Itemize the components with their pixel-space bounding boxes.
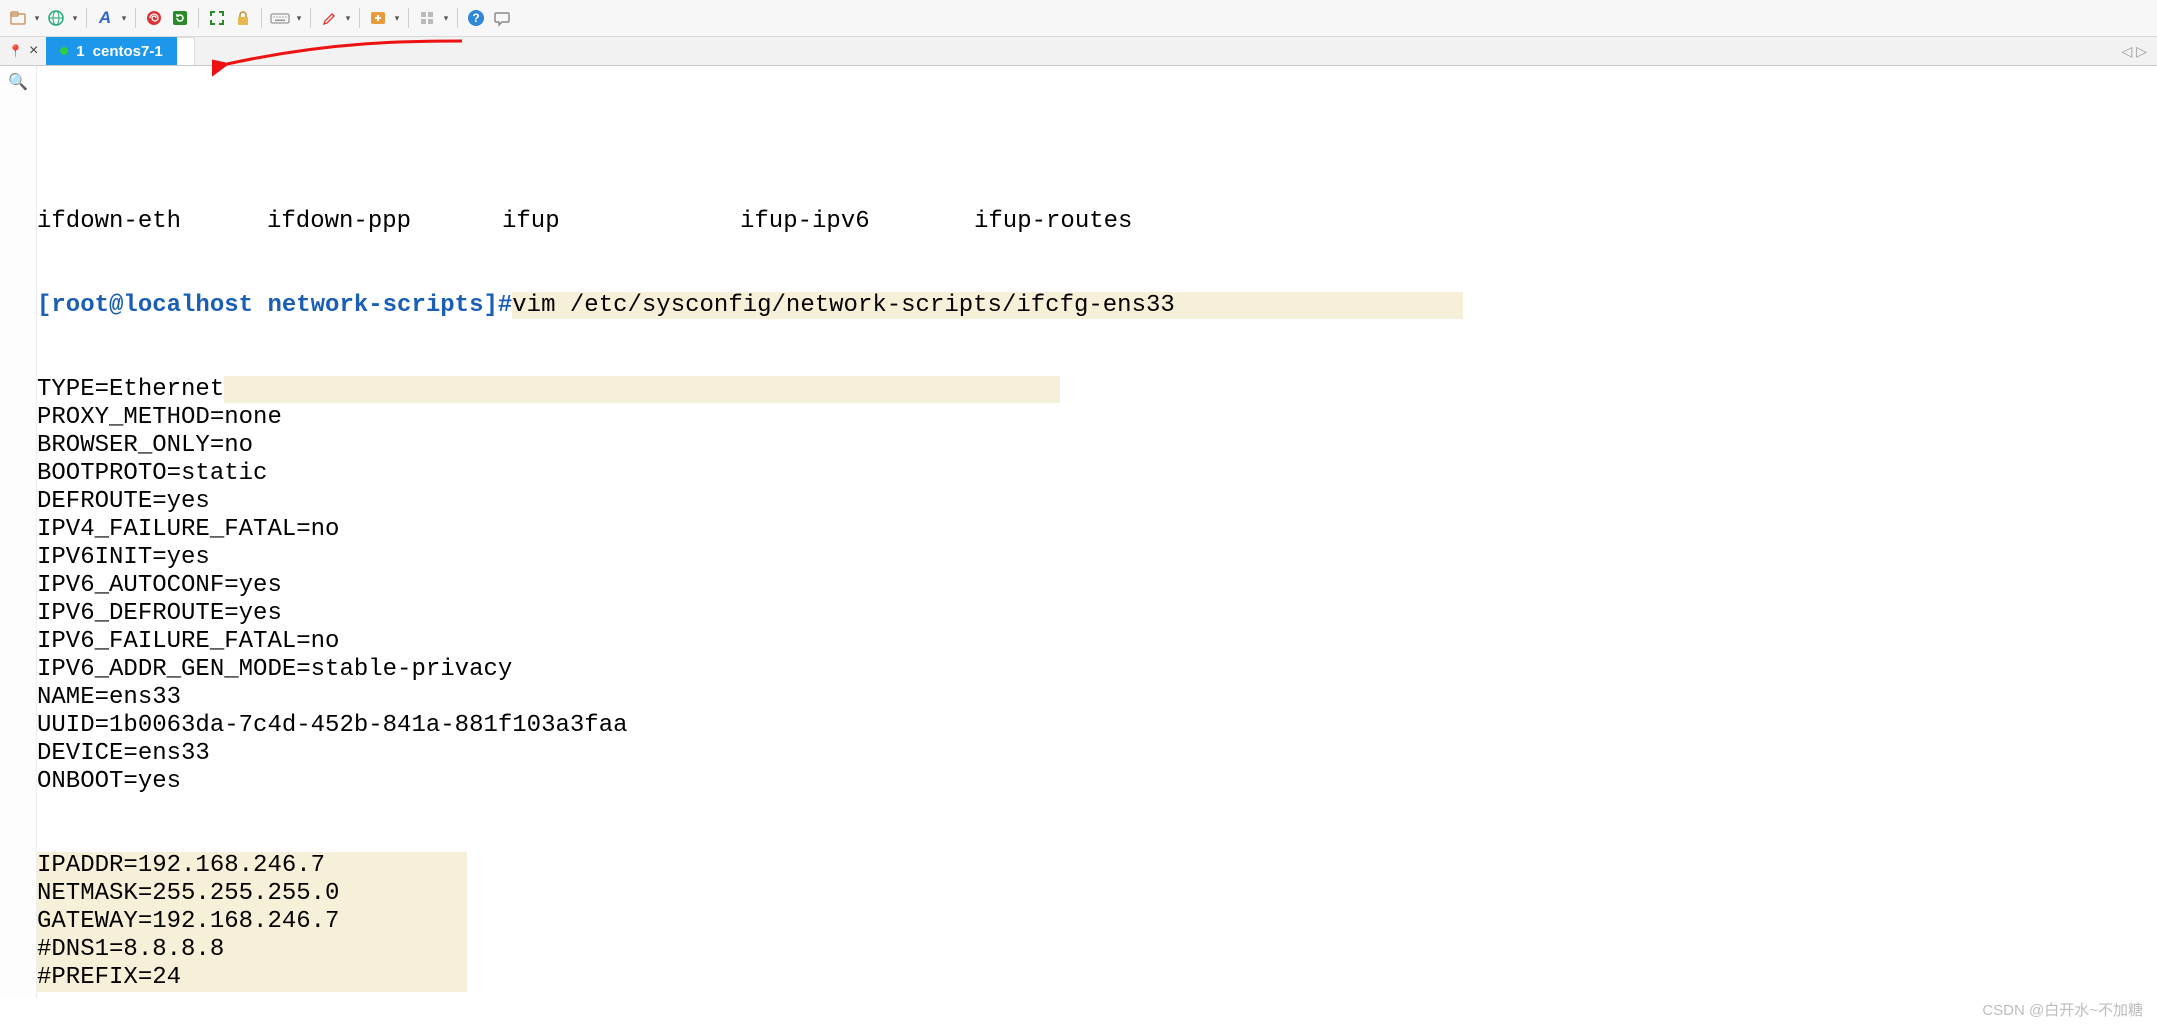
gutter: 🔍 <box>0 66 37 998</box>
highlighted-body: IPADDR=192.168.246.7NETMASK=255.255.255.… <box>37 852 2157 992</box>
tab-active[interactable]: 1 centos7-1 <box>46 37 176 65</box>
expand-icon[interactable] <box>205 6 229 30</box>
ls-item: ifup <box>502 208 740 236</box>
refresh-icon[interactable] <box>168 6 192 30</box>
file-line: BROWSER_ONLY=no <box>37 432 2157 460</box>
file-body: TYPE=Ethernet PROXY_METHOD=noneBROWSER_O… <box>37 376 2157 796</box>
dropdown-icon[interactable]: ▾ <box>392 13 402 24</box>
ls-item: ifdown-ppp <box>267 208 502 236</box>
dropdown-icon[interactable]: ▾ <box>441 13 451 24</box>
add-tab-icon[interactable] <box>366 6 390 30</box>
new-tab-stub[interactable] <box>176 37 195 65</box>
file-line: DEVICE=ens33 <box>37 740 2157 768</box>
file-line: IPV4_FAILURE_FATAL=no <box>37 516 2157 544</box>
watermark: CSDN @白开水~不加糖 <box>1982 999 2143 1020</box>
pin-icon[interactable]: 📍 <box>8 44 23 58</box>
ls-item: ifup-ipv6 <box>740 208 974 236</box>
file-line-highlight: NETMASK=255.255.255.0 <box>37 880 2157 908</box>
status-dot-icon <box>60 47 68 55</box>
file-line-highlight: IPADDR=192.168.246.7 <box>37 852 2157 880</box>
svg-text:?: ? <box>472 11 479 25</box>
dropdown-icon[interactable]: ▾ <box>70 13 80 24</box>
comment-icon[interactable] <box>490 6 514 30</box>
tab-title: centos7-1 <box>93 43 163 60</box>
terminal[interactable]: ifdown-ethifdown-pppifupifup-ipv6ifup-ro… <box>37 66 2157 998</box>
globe-icon[interactable] <box>44 6 68 30</box>
lock-icon[interactable] <box>231 6 255 30</box>
file-line: ONBOOT=yes <box>37 768 2157 796</box>
separator <box>457 8 458 28</box>
dropdown-icon[interactable]: ▾ <box>294 13 304 24</box>
tab-bar: 📍 × 1 centos7-1 ◁ ▷ <box>0 37 2157 66</box>
ls-item: ifup-routes <box>974 208 1132 236</box>
file-line: PROXY_METHOD=none <box>37 404 2157 432</box>
dropdown-icon[interactable]: ▾ <box>343 13 353 24</box>
file-line: NAME=ens33 <box>37 684 2157 712</box>
app-toolbar: ▾ ▾ A ▾ ▾ ▾ ▾ ▾ ? <box>0 0 2157 37</box>
close-tab-button[interactable]: × <box>29 42 38 60</box>
help-icon[interactable]: ? <box>464 6 488 30</box>
dropdown-icon[interactable]: ▾ <box>119 13 129 24</box>
file-line: IPV6_ADDR_GEN_MODE=stable-privacy <box>37 656 2157 684</box>
tab-index: 1 <box>76 43 84 60</box>
tab-prev-icon[interactable]: ◁ <box>2121 43 2132 60</box>
file-line: IPV6_FAILURE_FATAL=no <box>37 628 2157 656</box>
separator <box>310 8 311 28</box>
separator <box>359 8 360 28</box>
folder-icon[interactable] <box>6 6 30 30</box>
marker-icon[interactable] <box>317 6 341 30</box>
workspace: 🔍 ifdown-ethifdown-pppifupifup-ipv6ifup-… <box>0 66 2157 998</box>
tab-next-icon[interactable]: ▷ <box>2136 43 2147 60</box>
file-line: UUID=1b0063da-7c4d-452b-841a-881f103a3fa… <box>37 712 2157 740</box>
file-line: IPV6_DEFROUTE=yes <box>37 600 2157 628</box>
prompt: [root@localhost network-scripts]# <box>37 292 512 319</box>
file-line: IPV6_AUTOCONF=yes <box>37 572 2157 600</box>
file-line-highlight: GATEWAY=192.168.246.7 <box>37 908 2157 936</box>
ls-item: ifdown-eth <box>37 208 267 236</box>
search-icon[interactable]: 🔍 <box>8 72 28 998</box>
file-line: DEFROUTE=yes <box>37 488 2157 516</box>
separator <box>86 8 87 28</box>
file-line: TYPE=Ethernet <box>37 376 2157 404</box>
separator <box>261 8 262 28</box>
font-icon[interactable]: A <box>93 6 117 30</box>
prompt-row: [root@localhost network-scripts]#vim /et… <box>37 292 2157 320</box>
dropdown-icon[interactable]: ▾ <box>32 13 42 24</box>
file-line-highlight: #PREFIX=24 <box>37 964 2157 992</box>
command: vim /etc/sysconfig/network-scripts/ifcfg… <box>512 292 1175 319</box>
separator <box>198 8 199 28</box>
file-line: BOOTPROTO=static <box>37 460 2157 488</box>
file-line-highlight: #DNS1=8.8.8.8 <box>37 936 2157 964</box>
ls-output-row: ifdown-ethifdown-pppifupifup-ipv6ifup-ro… <box>37 208 2157 236</box>
grid-icon[interactable] <box>415 6 439 30</box>
swirl-icon[interactable] <box>142 6 166 30</box>
keyboard-icon[interactable] <box>268 6 292 30</box>
file-line: IPV6INIT=yes <box>37 544 2157 572</box>
command-pad <box>1175 292 1463 319</box>
separator <box>408 8 409 28</box>
separator <box>135 8 136 28</box>
